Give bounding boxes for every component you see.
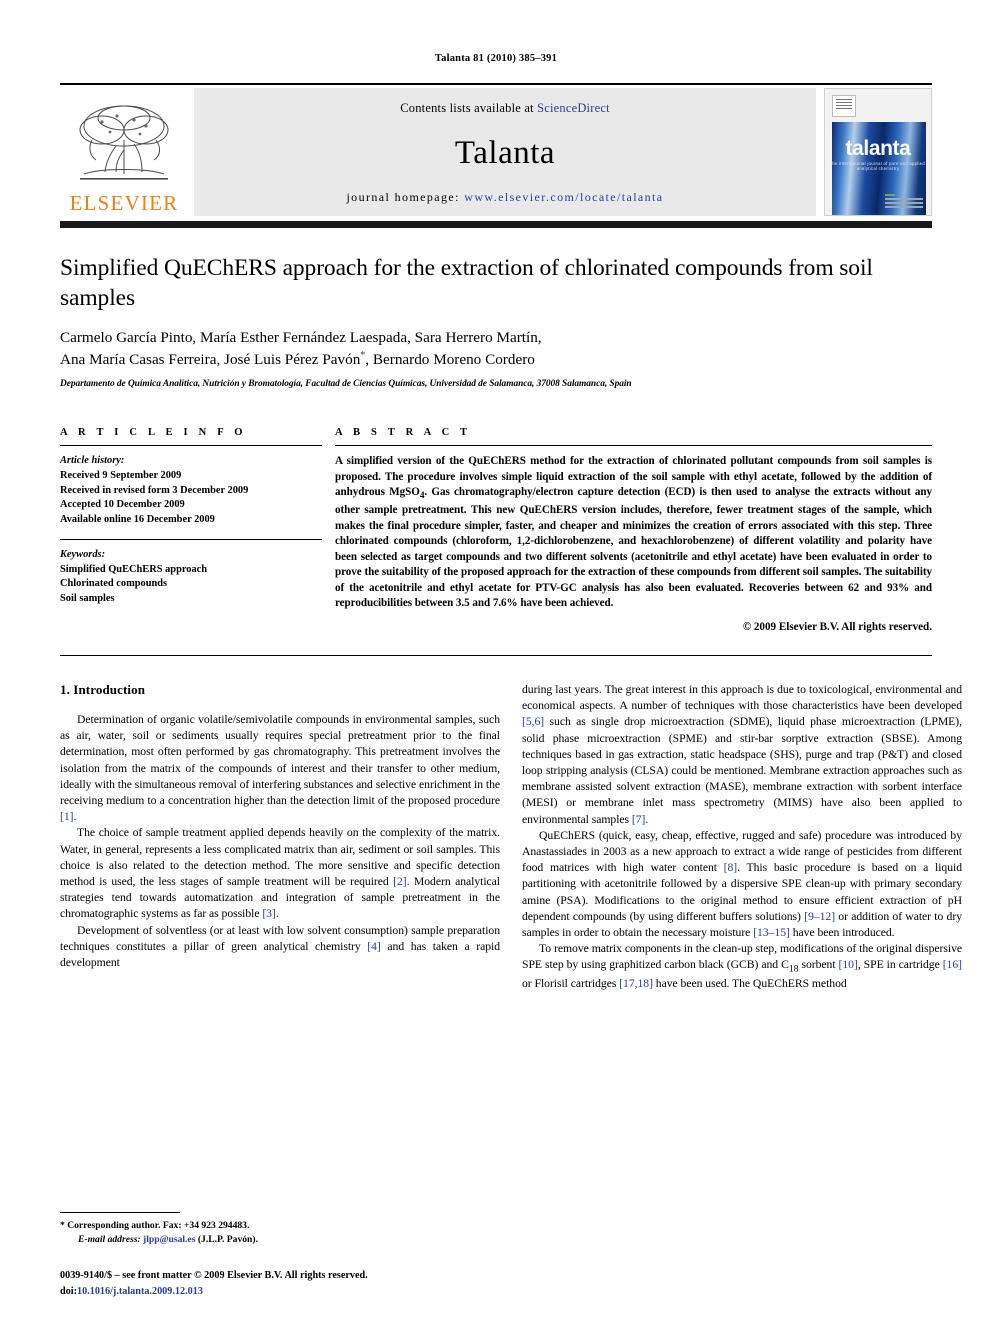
footnote-block: * Corresponding author. Fax: +34 923 294… <box>60 1212 500 1247</box>
homepage-url-link[interactable]: www.elsevier.com/locate/talanta <box>464 190 663 204</box>
history-item: Received in revised form 3 December 2009 <box>60 484 249 496</box>
author-list: Carmelo García Pinto, María Esther Ferná… <box>60 328 932 370</box>
corresponding-marker: * <box>60 1220 65 1232</box>
cover-title: talanta <box>845 137 911 160</box>
citation-ref[interactable]: [17,18] <box>619 977 653 990</box>
journal-homepage-line: journal homepage: www.elsevier.com/locat… <box>346 190 663 205</box>
author-line-2b: , Bernardo Moreno Cordero <box>365 350 535 368</box>
history-item: Accepted 10 December 2009 <box>60 499 185 511</box>
author-line-1: Carmelo García Pinto, María Esther Ferná… <box>60 329 542 347</box>
elsevier-logo[interactable]: ELSEVIER <box>60 88 188 216</box>
body-paragraph: Development of solventless (or at least … <box>60 923 500 969</box>
body-column-left: 1. Introduction Determination of organic… <box>60 682 500 992</box>
keywords-group: Keywords: Simplified QuEChERS approach C… <box>60 548 322 607</box>
email-label: E-mail address: <box>78 1234 141 1246</box>
masthead-top-rule <box>60 83 932 85</box>
doi-line: doi:10.1016/j.talanta.2009.12.013 <box>60 1284 520 1299</box>
journal-masthead: ELSEVIER Contents lists available at Sci… <box>60 88 932 216</box>
body-paragraph: during last years. The great interest in… <box>522 682 962 826</box>
doi-link[interactable]: 10.1016/j.talanta.2009.12.013 <box>77 1286 203 1297</box>
citation-ref[interactable]: [16] <box>943 958 962 971</box>
elsevier-wordmark: ELSEVIER <box>69 191 179 215</box>
citation-ref[interactable]: [10] <box>839 958 858 971</box>
issn-line: 0039-9140/$ – see front matter © 2009 El… <box>60 1270 368 1282</box>
citation-ref[interactable]: [2] <box>393 875 407 888</box>
journal-cover-thumbnail[interactable]: talanta the international journal of pur… <box>824 88 932 216</box>
homepage-prefix: journal homepage: <box>346 190 465 204</box>
citation-ref[interactable]: [1] <box>60 810 74 823</box>
abstract-text: A simplified version of the QuEChERS met… <box>335 455 932 610</box>
abstract-heading: A B S T R A C T <box>335 427 472 438</box>
abstract-bottom-rule <box>60 654 932 656</box>
article-info-rule <box>60 445 322 446</box>
footnote-rule <box>60 1212 180 1214</box>
history-item: Available online 16 December 2009 <box>60 514 215 526</box>
abstract-column: A B S T R A C T A simplified version of … <box>335 427 932 633</box>
citation-ref[interactable]: [4] <box>367 940 381 953</box>
elsevier-tree-icon <box>79 105 169 180</box>
keyword-item: Soil samples <box>60 593 115 605</box>
author-line-2a: Ana María Casas Ferreira, José Luis Pére… <box>60 350 361 368</box>
article-info-heading: A R T I C L E I N F O <box>60 427 247 438</box>
issn-doi-block: 0039-9140/$ – see front matter © 2009 El… <box>60 1268 520 1299</box>
masthead-center: Contents lists available at ScienceDirec… <box>194 88 816 216</box>
keywords-label: Keywords: <box>60 548 106 560</box>
email-link[interactable]: jlpp@usal.es <box>143 1234 195 1245</box>
history-item: Received 9 September 2009 <box>60 469 182 481</box>
citation-ref[interactable]: [7] <box>632 813 646 826</box>
running-head: Talanta 81 (2010) 385–391 <box>434 53 558 64</box>
journal-title: Talanta <box>454 134 556 171</box>
cover-publisher-mark-icon <box>885 194 923 208</box>
body-column-right: during last years. The great interest in… <box>522 682 962 992</box>
corresponding-author-footnote: * Corresponding author. Fax: +34 923 294… <box>60 1219 500 1233</box>
abstract-copyright: © 2009 Elsevier B.V. All rights reserved… <box>742 620 932 633</box>
body-paragraph: QuEChERS (quick, easy, cheap, effective,… <box>522 828 962 939</box>
doi-label: doi: <box>60 1285 77 1297</box>
citation-ref[interactable]: [8] <box>724 861 738 874</box>
article-info-separator <box>60 538 322 540</box>
citation-ref[interactable]: [9–12] <box>804 910 835 923</box>
abstract-rule <box>335 445 932 446</box>
cover-barcode-icon <box>832 95 856 117</box>
email-footnote: E-mail address: jlpp@usal.es (J.L.P. Pav… <box>60 1233 500 1247</box>
cover-subtitle: the international journal of pure and ap… <box>830 161 926 171</box>
page-title: Simplified QuEChERS approach for the ext… <box>60 255 873 311</box>
body-paragraph: To remove matrix components in the clean… <box>522 942 962 991</box>
citation-ref[interactable]: [5,6] <box>522 715 544 728</box>
article-history-label: Article history: <box>60 455 125 466</box>
citation-ref[interactable]: [13–15] <box>753 926 790 939</box>
article-info-column: A R T I C L E I N F O Article history: R… <box>60 427 322 633</box>
sciencedirect-link[interactable]: ScienceDirect <box>537 101 610 115</box>
masthead-bottom-rule <box>60 221 932 228</box>
section-heading-introduction: 1. Introduction <box>60 681 146 697</box>
keyword-item: Chlorinated compounds <box>60 578 168 590</box>
info-abstract-region: A R T I C L E I N F O Article history: R… <box>60 427 932 633</box>
contents-available-line: Contents lists available at ScienceDirec… <box>400 101 610 116</box>
citation-ref[interactable]: [3] <box>262 907 276 920</box>
corresponding-text: Corresponding author. Fax: +34 923 29448… <box>67 1220 250 1232</box>
article-page: Talanta 81 (2010) 385–391 ELSEVIER Conte… <box>0 0 992 1323</box>
affiliation: Departamento de Química Analítica, Nutri… <box>60 379 632 389</box>
body-paragraph: Determination of organic volatile/semivo… <box>60 712 500 824</box>
body-paragraph: The choice of sample treatment applied d… <box>60 826 500 921</box>
body-columns: 1. Introduction Determination of organic… <box>60 682 962 992</box>
keyword-item: Simplified QuEChERS approach <box>60 563 208 575</box>
contents-prefix: Contents lists available at <box>400 101 538 115</box>
article-history-group: Article history: Received 9 September 20… <box>60 454 322 528</box>
email-owner: (J.L.P. Pavón). <box>197 1234 258 1246</box>
